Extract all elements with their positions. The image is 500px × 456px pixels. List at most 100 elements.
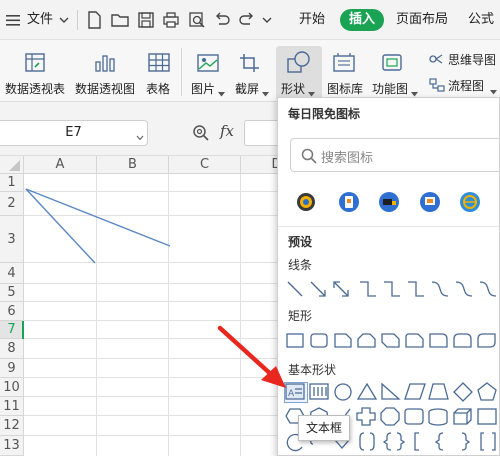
- print-icon[interactable]: [162, 11, 180, 29]
- mind-map-button[interactable]: 思维导图: [448, 53, 496, 67]
- pivot-table-button[interactable]: 数据透视表: [5, 82, 65, 96]
- elbow-double-arrow-icon: [408, 281, 424, 297]
- print-preview-icon[interactable]: [188, 11, 206, 29]
- name-box-chevron-icon[interactable]: [136, 130, 144, 141]
- snip-round-rectangle-icon: [405, 333, 424, 348]
- red-annotation-arrow: [217, 325, 286, 388]
- undo-icon[interactable]: [213, 11, 231, 29]
- pentagon-shape-icon: [477, 382, 497, 401]
- snip-same-side-rectangle-icon: [357, 333, 376, 348]
- round-diagonal-rectangle-icon: [477, 333, 496, 348]
- daily-free-icons-title: 每日限免图标: [288, 107, 361, 121]
- pivot-chart-icon[interactable]: [93, 52, 117, 74]
- trapezoid-shape-icon: [428, 383, 449, 400]
- tab-formulas[interactable]: 公式: [468, 12, 494, 28]
- curved-arrow-connector-icon: [455, 281, 473, 297]
- basic-shapes-section-title: 基本形状: [288, 363, 337, 377]
- brace-right-shape-icon: [396, 432, 406, 451]
- left-bracket-shape-icon: [414, 432, 419, 451]
- redo-icon[interactable]: [238, 11, 256, 29]
- drawn-line-2[interactable]: [25, 188, 96, 264]
- drawn-line-1[interactable]: [25, 188, 171, 247]
- screenshot-button[interactable]: 截屏: [235, 82, 259, 96]
- round-same-side-rectangle-icon: [453, 333, 472, 348]
- diamond-shape-icon: [453, 382, 473, 402]
- search-input[interactable]: 搜索图标: [321, 147, 373, 166]
- quick-access-chevron-icon[interactable]: [262, 14, 272, 24]
- open-folder-icon[interactable]: [111, 11, 129, 29]
- rectangle-shape-row[interactable]: [284, 331, 500, 351]
- function-chart-dropdown-icon[interactable]: [411, 86, 418, 97]
- icon-library-button[interactable]: 图标库: [327, 82, 363, 96]
- panel-divider: [278, 226, 499, 227]
- new-file-icon[interactable]: [86, 11, 102, 29]
- pivot-chart-button[interactable]: 数据透视图: [75, 82, 135, 96]
- flowchart-icon[interactable]: [429, 78, 445, 92]
- picture-button[interactable]: 图片: [191, 82, 215, 96]
- curved-double-arrow-icon: [479, 281, 497, 297]
- elbow-connector-icon: [360, 281, 376, 297]
- picture-dropdown-icon[interactable]: [218, 86, 225, 97]
- file-dropdown-chevron-icon[interactable]: [59, 14, 69, 24]
- free-icon-truck[interactable]: [378, 191, 400, 213]
- fx-icon[interactable]: fx: [220, 122, 234, 140]
- menu-bar: 文件 开始 插入 页面布局 公式: [0, 0, 500, 40]
- function-chart-button[interactable]: 功能图: [372, 82, 408, 96]
- shape-dropdown-icon[interactable]: [308, 86, 315, 97]
- right-brace-shape-icon: [461, 432, 471, 451]
- save-icon[interactable]: [137, 11, 155, 29]
- picture-icon[interactable]: [196, 52, 220, 74]
- brace-left-shape-icon: [382, 432, 392, 451]
- round-one-corner-rectangle-icon: [429, 333, 448, 348]
- pivot-table-icon[interactable]: [24, 52, 48, 74]
- shape-button[interactable]: 形状: [281, 82, 305, 96]
- zoom-search-icon[interactable]: [192, 124, 210, 142]
- drawn-line-shapes[interactable]: [0, 156, 280, 456]
- table-icon[interactable]: [147, 52, 171, 74]
- shape-dropdown-panel: 每日限免图标 搜索图标 预设 线条 矩形 基本形状 A: [277, 97, 500, 456]
- hamburger-menu-icon[interactable]: [6, 13, 20, 27]
- snip-corner-rectangle-icon: [334, 333, 352, 348]
- lines-section-title: 线条: [288, 258, 313, 272]
- screenshot-icon[interactable]: [238, 52, 262, 74]
- function-chart-icon[interactable]: [380, 52, 404, 74]
- file-menu[interactable]: 文件: [27, 12, 53, 28]
- frame-shape-icon: [404, 408, 424, 425]
- free-icon-target[interactable]: [295, 191, 317, 213]
- text-box-tooltip: 文本框: [298, 415, 350, 441]
- icon-search-box[interactable]: 搜索图标: [290, 138, 499, 172]
- oval-shape-icon: [334, 383, 352, 401]
- vertical-text-box-icon: [309, 383, 329, 400]
- flowchart-button[interactable]: 流程图: [448, 79, 484, 93]
- lines-shape-row[interactable]: [284, 278, 500, 302]
- bracket-pair-left-icon: [359, 432, 365, 451]
- double-bracket-shape-icon: [480, 432, 496, 451]
- tab-insert[interactable]: 插入: [340, 9, 384, 31]
- right-triangle-shape-icon: [381, 382, 401, 400]
- shape-icon[interactable]: [286, 50, 310, 73]
- double-arrow-shape-icon: [333, 281, 349, 297]
- free-icon-monitor[interactable]: [419, 191, 441, 213]
- search-icon: [301, 148, 317, 164]
- mind-map-icon[interactable]: [429, 52, 445, 66]
- left-brace-shape-icon: [434, 432, 444, 451]
- bracket-pair-right-icon: [369, 432, 375, 451]
- flowchart-dropdown-icon[interactable]: [490, 84, 497, 95]
- name-box[interactable]: E7: [0, 120, 148, 146]
- ribbon-divider: [181, 48, 182, 96]
- icon-library-icon[interactable]: [332, 52, 356, 74]
- rectangle-section-title: 矩形: [288, 309, 313, 323]
- rounded-rectangle-icon: [310, 333, 328, 348]
- tab-home[interactable]: 开始: [299, 12, 325, 28]
- triangle-shape-icon: [356, 382, 378, 400]
- curved-connector-icon: [431, 281, 449, 297]
- free-icon-id-card[interactable]: [338, 191, 360, 213]
- tab-page-layout[interactable]: 页面布局: [396, 12, 448, 28]
- free-icon-globe[interactable]: [459, 191, 481, 213]
- cube-shape-icon: [453, 408, 472, 425]
- table-button[interactable]: 表格: [146, 82, 170, 96]
- plus-shape-icon: [356, 407, 376, 426]
- ribbon-toolbar: 数据透视表 数据透视图 表格 图片 截屏 形状 图标库 功能图 思维导图 流程图: [0, 40, 500, 102]
- screenshot-dropdown-icon[interactable]: [262, 86, 269, 97]
- spreadsheet-grid[interactable]: A B C D 1 2 3 4 5 6 7 8 9 10 11 12 13: [0, 156, 280, 456]
